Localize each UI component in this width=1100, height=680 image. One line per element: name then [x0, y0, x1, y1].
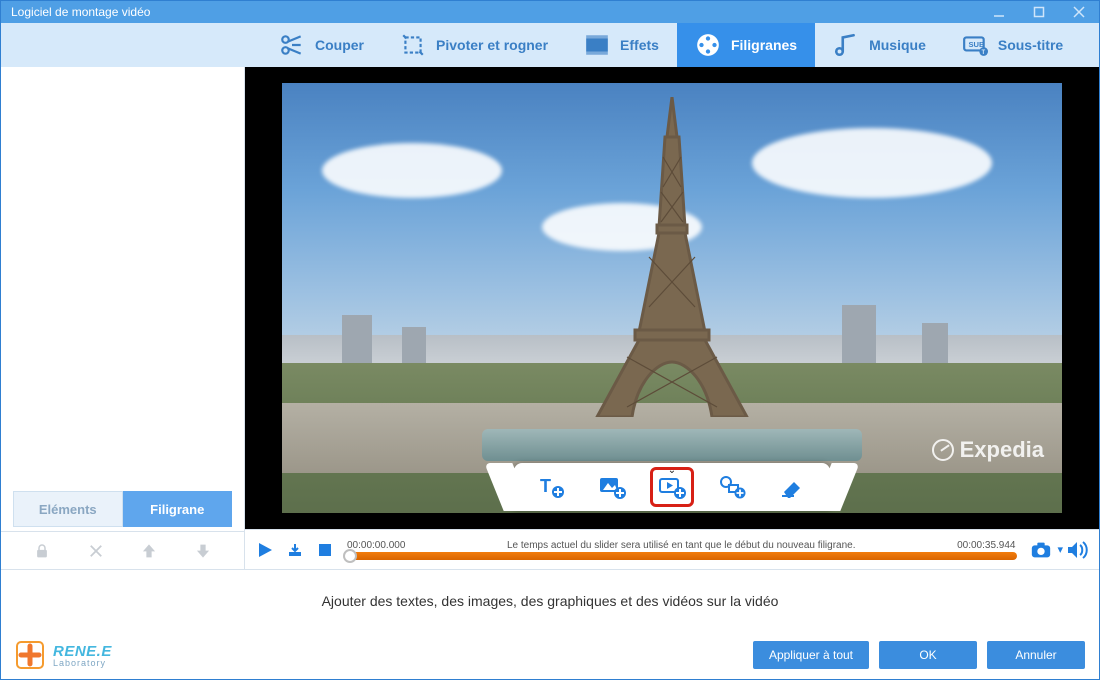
move-up-button[interactable]: [135, 537, 163, 565]
svg-text:T: T: [981, 50, 985, 56]
tab-effects[interactable]: Effets: [566, 23, 677, 67]
sidebar-tab-watermark[interactable]: Filigrane: [123, 491, 233, 527]
brand-logo: RENE.E Laboratory: [15, 640, 112, 670]
add-text-watermark-button[interactable]: T: [532, 469, 572, 505]
sidebar: Eléments Filigrane: [1, 67, 245, 569]
brand-logo-icon: [15, 640, 45, 670]
timeline: 00:00:00.000 Le temps actuel du slider s…: [245, 529, 1099, 569]
subtitle-icon: SUBT: [962, 32, 988, 58]
timeline-track[interactable]: [345, 552, 1017, 560]
brand-name: RENE.E: [53, 643, 112, 660]
timeline-right-controls: ▾: [1027, 540, 1089, 560]
scissors-icon: [279, 32, 305, 58]
video-stage: Expedia T ⌄: [245, 67, 1099, 529]
main-area: Eléments Filigrane: [1, 67, 1099, 569]
description-text: Ajouter des textes, des images, des grap…: [1, 570, 1099, 631]
timeline-hint: Le temps actuel du slider sera utilisé e…: [405, 540, 957, 551]
move-down-button[interactable]: [189, 537, 217, 565]
delete-button[interactable]: [82, 537, 110, 565]
cancel-button[interactable]: Annuler: [987, 641, 1085, 669]
brand-subtitle: Laboratory: [53, 658, 112, 668]
tab-subtitle-label: Sous-titre: [998, 37, 1063, 53]
tab-cut[interactable]: Couper: [261, 23, 382, 67]
bottom-panel: Ajouter des textes, des images, des grap…: [1, 569, 1099, 679]
add-video-watermark-button[interactable]: ⌄: [652, 469, 692, 505]
sidebar-tab-elements[interactable]: Eléments: [13, 491, 123, 527]
close-button[interactable]: [1059, 1, 1099, 23]
sidebar-tabs: Eléments Filigrane: [13, 491, 232, 527]
film-reel-icon: [695, 32, 721, 58]
minimize-button[interactable]: [979, 1, 1019, 23]
music-note-icon: [833, 32, 859, 58]
volume-button[interactable]: [1065, 540, 1089, 560]
svg-text:T: T: [540, 476, 551, 496]
apply-all-button[interactable]: Appliquer à tout: [753, 641, 869, 669]
chevron-down-icon: ⌄: [668, 465, 676, 476]
app-window: Logiciel de montage vidéo Couper Pivoter…: [0, 0, 1100, 680]
effects-icon: [584, 32, 610, 58]
preview-column: Expedia T ⌄: [245, 67, 1099, 569]
ok-button[interactable]: OK: [879, 641, 977, 669]
add-shape-watermark-button[interactable]: [712, 469, 752, 505]
crop-rotate-icon: [400, 32, 426, 58]
window-title: Logiciel de montage vidéo: [11, 5, 979, 19]
time-end: 00:00:35.944: [957, 540, 1015, 551]
tab-cut-label: Couper: [315, 37, 364, 53]
sidebar-actions: [1, 531, 244, 569]
tab-music[interactable]: Musique: [815, 23, 944, 67]
expedia-logo-icon: [932, 439, 954, 461]
maximize-button[interactable]: [1019, 1, 1059, 23]
timeline-info: 00:00:00.000 Le temps actuel du slider s…: [345, 540, 1017, 560]
tab-rotate-crop[interactable]: Pivoter et rogner: [382, 23, 566, 67]
expedia-text: Expedia: [960, 437, 1044, 463]
watermark-toolbar: T ⌄: [514, 463, 830, 511]
lock-button[interactable]: [28, 537, 56, 565]
eraser-button[interactable]: [772, 469, 812, 505]
video-frame[interactable]: Expedia T ⌄: [282, 83, 1062, 513]
tab-watermarks[interactable]: Filigranes: [677, 23, 815, 67]
play-button[interactable]: [255, 540, 275, 560]
eiffel-tower-graphic: [587, 97, 757, 422]
stop-button[interactable]: [315, 540, 335, 560]
timeline-thumb[interactable]: [343, 549, 357, 563]
tab-watermarks-label: Filigranes: [731, 37, 797, 53]
time-start: 00:00:00.000: [347, 540, 405, 551]
add-image-watermark-button[interactable]: [592, 469, 632, 505]
tab-effects-label: Effets: [620, 37, 659, 53]
titlebar: Logiciel de montage vidéo: [1, 1, 1099, 23]
tab-rotate-crop-label: Pivoter et rogner: [436, 37, 548, 53]
export-frame-button[interactable]: [285, 540, 305, 560]
main-toolbar: Couper Pivoter et rogner Effets Filigran…: [1, 23, 1099, 67]
footer: RENE.E Laboratory Appliquer à tout OK An…: [1, 631, 1099, 679]
sidebar-list: [1, 67, 244, 491]
snapshot-button[interactable]: [1027, 540, 1055, 560]
snapshot-dropdown-icon[interactable]: ▾: [1057, 543, 1063, 556]
tab-music-label: Musique: [869, 37, 926, 53]
expedia-watermark: Expedia: [932, 437, 1044, 463]
tab-subtitle[interactable]: SUBT Sous-titre: [944, 23, 1081, 67]
